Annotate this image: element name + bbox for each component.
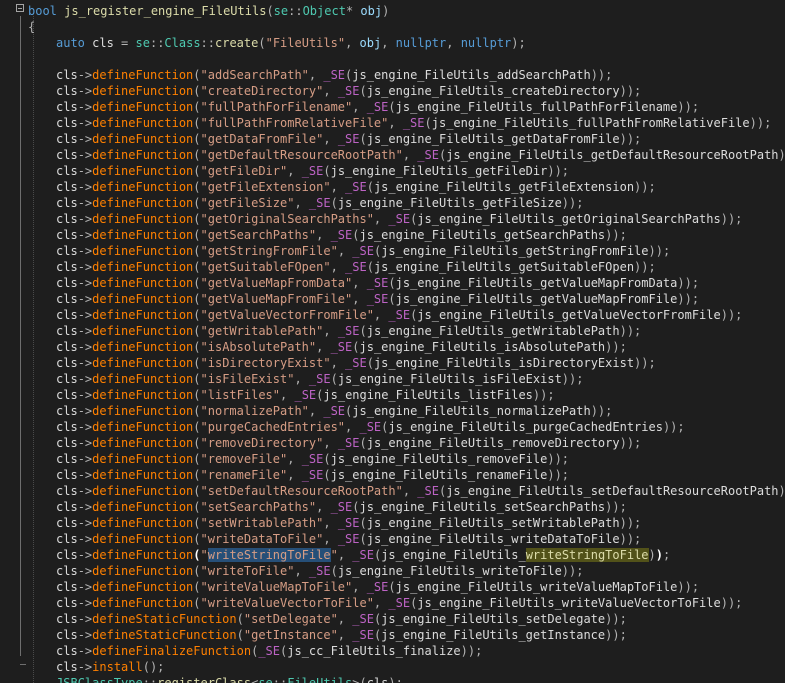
return-type: bool	[28, 4, 57, 18]
code-line-install[interactable]: cls->install();	[0, 659, 164, 675]
function-name: js_register_engine_FileUtils	[64, 4, 267, 18]
namespace: se	[273, 4, 289, 18]
code-line-open-brace[interactable]: {	[0, 19, 35, 35]
match-highlight: writeStringToFile	[525, 548, 649, 562]
code-line-selected[interactable]: cls->defineFunction("writeStringToFile",…	[0, 547, 670, 563]
code-line-finalize[interactable]: cls->defineFinalizeFunction(_SE(js_cc_Fi…	[0, 643, 482, 659]
matched-paren-close: )	[655, 548, 663, 562]
code-line-signature[interactable]: bool js_register_engine_FileUtils(se::Ob…	[0, 3, 389, 19]
matched-paren: (	[193, 548, 201, 562]
param-name: obj	[360, 4, 383, 18]
indent-guide	[33, 16, 34, 683]
selected-text[interactable]: writeStringToFile	[207, 548, 331, 562]
code-line-register-class[interactable]: JSBClassType::registerClass<se::FileUtil…	[0, 675, 403, 683]
code-editor[interactable]: bool js_register_engine_FileUtils(se::Ob…	[0, 0, 785, 683]
param-type: Object	[302, 4, 346, 18]
code-line-auto-create[interactable]: auto cls = se::Class::create("FileUtils"…	[0, 35, 526, 51]
